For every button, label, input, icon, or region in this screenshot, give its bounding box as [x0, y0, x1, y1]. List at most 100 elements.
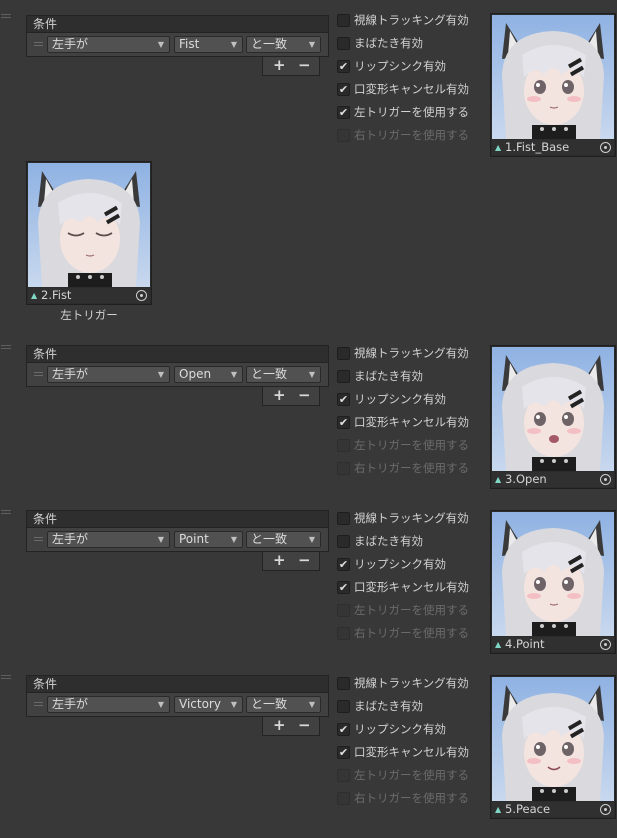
chevron-down-icon: ▼ — [157, 535, 164, 544]
toggle-eye-tracking[interactable]: 視線トラッキング有効 — [337, 346, 487, 362]
operator-dropdown[interactable]: と一致 ▼ — [246, 696, 321, 713]
operator-dropdown[interactable]: と一致 ▼ — [246, 36, 321, 53]
toggle-right-trigger: 右トリガーを使用する — [337, 791, 487, 807]
operator-dropdown[interactable]: と一致 ▼ — [246, 366, 321, 383]
checkbox[interactable] — [337, 347, 350, 360]
toggle-lip-sync[interactable]: ✔ リップシンク有効 — [337, 557, 487, 573]
object-picker-icon[interactable] — [600, 474, 611, 485]
remove-condition-button[interactable]: − — [298, 717, 311, 734]
conditions-label: 条件 — [33, 17, 58, 31]
parameter-dropdown[interactable]: 左手が ▼ — [47, 36, 170, 53]
left-trigger-thumbnail[interactable]: ▲ 2.Fist — [26, 161, 152, 305]
checkbox[interactable] — [337, 535, 350, 548]
checkbox[interactable] — [337, 37, 350, 50]
toggle-eye-tracking[interactable]: 視線トラッキング有効 — [337, 13, 487, 29]
parameter-dropdown[interactable]: 左手が ▼ — [47, 366, 170, 383]
drag-handle-icon[interactable] — [1, 345, 11, 351]
checkbox[interactable]: ✔ — [337, 558, 350, 571]
drag-handle-icon[interactable] — [1, 675, 11, 681]
animation-clip-icon: ▲ — [31, 291, 38, 300]
value-dropdown[interactable]: Point ▼ — [174, 531, 243, 548]
remove-condition-button[interactable]: − — [298, 57, 311, 74]
checkbox[interactable] — [337, 14, 350, 27]
toggle-blink[interactable]: まばたき有効 — [337, 699, 487, 715]
object-picker-icon[interactable] — [600, 639, 611, 650]
toggle-blink[interactable]: まばたき有効 — [337, 36, 487, 52]
value-dropdown[interactable]: Open ▼ — [174, 366, 243, 383]
toggle-blink[interactable]: まばたき有効 — [337, 369, 487, 385]
toggle-lip-sync[interactable]: ✔ リップシンク有効 — [337, 722, 487, 738]
thumbnail-caption: ▲ 1.Fist_Base — [492, 140, 614, 155]
chevron-down-icon: ▼ — [157, 700, 164, 709]
checkbox — [337, 627, 350, 640]
row-grip-icon[interactable] — [34, 537, 43, 543]
toggle-left-trigger[interactable]: ✔ 左トリガーを使用する — [337, 105, 487, 121]
checkbox[interactable]: ✔ — [337, 746, 350, 759]
expression-thumbnail[interactable]: ▲ 1.Fist_Base — [490, 13, 616, 157]
expression-thumbnail[interactable]: ▲ 5.Peace — [490, 675, 616, 819]
expression-block-victory: 条件 左手が ▼ Victory ▼ と一致 ▼ + − 視線トラッキング有効 まばた… — [0, 671, 617, 821]
toggle-mouth-morph-cancel[interactable]: ✔ 口変形キャンセル有効 — [337, 745, 487, 761]
expression-thumbnail[interactable]: ▲ 3.Open — [490, 345, 616, 489]
toggle-mouth-morph-cancel[interactable]: ✔ 口変形キャンセル有効 — [337, 82, 487, 98]
checkbox[interactable]: ✔ — [337, 83, 350, 96]
value-dropdown[interactable]: Victory ▼ — [174, 696, 243, 713]
checkbox[interactable] — [337, 700, 350, 713]
toggle-eye-tracking[interactable]: 視線トラッキング有効 — [337, 511, 487, 527]
toggle-blink[interactable]: まばたき有効 — [337, 534, 487, 550]
checkbox — [337, 462, 350, 475]
add-condition-button[interactable]: + — [273, 387, 286, 404]
parameter-dropdown[interactable]: 左手が ▼ — [47, 696, 170, 713]
operator-dropdown[interactable]: と一致 ▼ — [246, 531, 321, 548]
row-grip-icon[interactable] — [34, 372, 43, 378]
avatar-preview-image — [492, 677, 614, 801]
add-remove-controls: + − — [262, 717, 320, 736]
checkbox[interactable]: ✔ — [337, 723, 350, 736]
drag-handle-icon[interactable] — [1, 510, 11, 516]
toggle-lip-sync[interactable]: ✔ リップシンク有効 — [337, 59, 487, 75]
expression-thumbnail[interactable]: ▲ 4.Point — [490, 510, 616, 654]
checkbox — [337, 769, 350, 782]
value-dropdown[interactable]: Fist ▼ — [174, 36, 243, 53]
remove-condition-button[interactable]: − — [298, 387, 311, 404]
remove-condition-button[interactable]: − — [298, 552, 311, 569]
toggle-eye-tracking[interactable]: 視線トラッキング有効 — [337, 676, 487, 692]
object-picker-icon[interactable] — [600, 804, 611, 815]
conditions-label: 条件 — [33, 347, 58, 361]
toggle-lip-sync[interactable]: ✔ リップシンク有効 — [337, 392, 487, 408]
condition-row: 左手が ▼ Open ▼ と一致 ▼ — [26, 363, 329, 387]
chevron-down-icon: ▼ — [157, 40, 164, 49]
condition-row: 左手が ▼ Point ▼ と一致 ▼ — [26, 528, 329, 552]
row-grip-icon[interactable] — [34, 702, 43, 708]
checkbox[interactable]: ✔ — [337, 106, 350, 119]
avatar-preview-image — [28, 163, 150, 287]
checkbox[interactable]: ✔ — [337, 393, 350, 406]
toggle-mouth-morph-cancel[interactable]: ✔ 口変形キャンセル有効 — [337, 415, 487, 431]
condition-row: 左手が ▼ Fist ▼ と一致 ▼ — [26, 33, 329, 57]
row-grip-icon[interactable] — [34, 42, 43, 48]
checkbox[interactable] — [337, 370, 350, 383]
toggle-right-trigger: 右トリガーを使用する — [337, 128, 487, 144]
checkbox[interactable] — [337, 512, 350, 525]
conditions-label: 条件 — [33, 512, 58, 526]
object-picker-icon[interactable] — [600, 142, 611, 153]
checkbox[interactable]: ✔ — [337, 60, 350, 73]
add-condition-button[interactable]: + — [273, 552, 286, 569]
chevron-down-icon: ▼ — [308, 535, 315, 544]
checkbox[interactable]: ✔ — [337, 581, 350, 594]
toggle-right-trigger: 右トリガーを使用する — [337, 626, 487, 642]
checkbox[interactable]: ✔ — [337, 416, 350, 429]
checkbox — [337, 439, 350, 452]
thumbnail-caption: ▲ 4.Point — [492, 637, 614, 652]
add-condition-button[interactable]: + — [273, 57, 286, 74]
toggle-mouth-morph-cancel[interactable]: ✔ 口変形キャンセル有効 — [337, 580, 487, 596]
parameter-dropdown[interactable]: 左手が ▼ — [47, 531, 170, 548]
object-picker-icon[interactable] — [136, 290, 147, 301]
add-condition-button[interactable]: + — [273, 717, 286, 734]
drag-handle-icon[interactable] — [1, 14, 11, 20]
thumbnail-caption: ▲ 5.Peace — [492, 802, 614, 817]
chevron-down-icon: ▼ — [230, 700, 237, 709]
animation-clip-icon: ▲ — [495, 475, 502, 484]
conditions-header: 条件 — [26, 15, 329, 33]
checkbox[interactable] — [337, 677, 350, 690]
